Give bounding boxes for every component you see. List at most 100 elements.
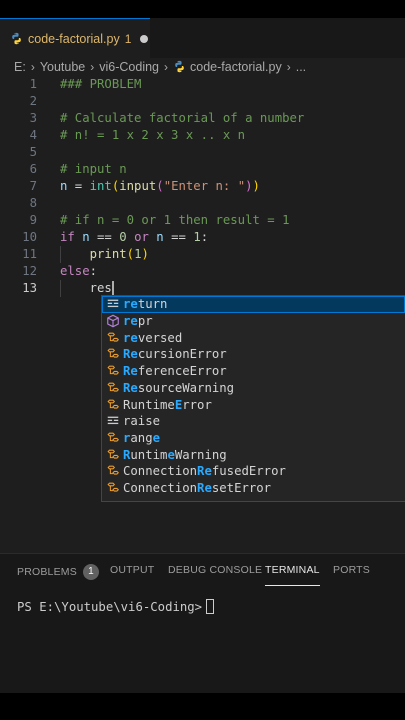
suggestion-text: Connection: [123, 464, 198, 479]
class-icon: [106, 398, 120, 412]
suggestion-text: setError: [211, 481, 272, 496]
breadcrumb-folder-vi6-coding[interactable]: vi6-Coding: [99, 60, 159, 74]
code-line[interactable]: 8: [0, 195, 405, 212]
code-token: (: [126, 247, 135, 261]
editor-tab-bar: code-factorial.py 1: [0, 18, 405, 58]
code-text: # n! = 1 x 2 x 3 x .. x n: [60, 127, 245, 144]
suggestion-item[interactable]: ResourceWarning: [102, 380, 405, 397]
line-number: 5: [29, 145, 37, 159]
suggestion-item[interactable]: RecursionError: [102, 346, 405, 363]
code-line[interactable]: 10 if n == 0 or n == 1:: [0, 229, 405, 246]
suggestion-match: e: [167, 447, 175, 462]
line-number: 12: [22, 264, 37, 278]
suggestion-text: rror: [182, 397, 212, 412]
chevron-right-icon: ›: [286, 59, 291, 74]
code-line[interactable]: 4 # n! = 1 x 2 x 3 x .. x n: [0, 127, 405, 144]
suggestion-match: Re: [123, 364, 138, 379]
suggestion-text: ang: [130, 430, 153, 445]
code-token: # input n: [60, 162, 127, 176]
code-token: "Enter n: ": [163, 179, 246, 193]
suggestion-item[interactable]: RuntimeWarning: [102, 446, 405, 463]
suggestion-text: ferenceError: [137, 364, 227, 379]
code-token: if: [60, 230, 75, 244]
code-token: input: [119, 179, 157, 193]
code-line[interactable]: 11 print(1): [0, 246, 405, 263]
code-line[interactable]: 12 else:: [0, 263, 405, 280]
code-text: n = int(input("Enter n: ")): [60, 178, 260, 195]
code-text: ### PROBLEM: [60, 76, 141, 93]
tab-problems-label: PROBLEMS: [17, 566, 77, 578]
terminal-prompt-line[interactable]: PS E:\Youtube\vi6-Coding>: [17, 599, 215, 614]
tab-ports[interactable]: PORTS: [333, 564, 370, 586]
suggestion-item[interactable]: ConnectionRefusedError: [102, 463, 405, 480]
suggestion-item[interactable]: range: [102, 430, 405, 447]
suggestion-label: repr: [123, 314, 153, 328]
suggestion-match: re: [123, 330, 138, 345]
code-token: 1: [193, 230, 201, 244]
suggestion-item[interactable]: RuntimeError: [102, 396, 405, 413]
suggestion-item[interactable]: reversed: [102, 329, 405, 346]
tab-terminal[interactable]: TERMINAL: [265, 564, 320, 586]
code-token: :: [89, 264, 98, 278]
code-token: int: [89, 179, 112, 193]
suggestion-item[interactable]: raise: [102, 413, 405, 430]
code-token: print: [89, 247, 127, 261]
line-number: 1: [29, 77, 37, 91]
line-number: 7: [29, 179, 37, 193]
code-line[interactable]: 2: [0, 93, 405, 110]
line-number: 6: [29, 162, 37, 176]
tab-debug-console[interactable]: DEBUG CONSOLE: [168, 564, 262, 586]
breadcrumb-file[interactable]: code-factorial.py: [190, 60, 282, 74]
suggestion-item[interactable]: repr: [102, 313, 405, 330]
code-line[interactable]: 9 # if n = 0 or 1 then result = 1: [0, 212, 405, 229]
line-number: 11: [22, 247, 37, 261]
code-text: # Calculate factorial of a number: [60, 110, 304, 127]
code-token: # n! = 1 x 2 x 3 x .. x n: [60, 128, 246, 142]
breadcrumb-drive[interactable]: E:: [14, 60, 26, 74]
suggestion-label: reversed: [123, 331, 182, 345]
suggest-widget[interactable]: return repr reversed RecursionError Referenc…: [101, 295, 405, 502]
unsaved-dot-icon[interactable]: [140, 34, 149, 43]
suggestion-match: e: [152, 430, 161, 445]
vscode-window: code-factorial.py 1 E: › Youtube › vi6-C…: [0, 0, 405, 720]
breadcrumb-folder-youtube[interactable]: Youtube: [40, 60, 85, 74]
suggestion-text: Runtime: [123, 397, 175, 412]
code-token: =: [67, 179, 90, 193]
suggestion-item[interactable]: ReferenceError: [102, 363, 405, 380]
terminal-cursor: [206, 599, 215, 614]
cube-icon: [106, 314, 120, 328]
code-token: or: [134, 230, 149, 244]
code-line[interactable]: 5: [0, 144, 405, 161]
code-text: else:: [60, 263, 97, 280]
line-number: 8: [29, 196, 37, 210]
code-token: (: [156, 179, 164, 193]
suggestion-match: Re: [123, 380, 138, 395]
suggestion-label: ConnectionResetError: [123, 481, 271, 495]
suggestion-text: pr: [137, 314, 153, 329]
code-line[interactable]: 1 ### PROBLEM: [0, 76, 405, 93]
suggestion-label: ReferenceError: [123, 364, 227, 378]
tab-code-factorial[interactable]: code-factorial.py 1: [0, 18, 150, 58]
tab-problems[interactable]: PROBLEMS 1: [17, 564, 99, 586]
code-line[interactable]: 7n = int(input("Enter n: ")): [0, 178, 405, 195]
keyword-icon: [106, 414, 120, 428]
suggestion-text: turn: [137, 297, 168, 312]
breadcrumb-more[interactable]: ...: [296, 60, 306, 74]
code-line[interactable]: 3 # Calculate factorial of a number: [0, 110, 405, 127]
tab-output[interactable]: OUTPUT: [110, 564, 154, 586]
suggestion-item[interactable]: return: [102, 296, 405, 313]
tab-problem-count: 1: [124, 31, 132, 46]
suggestion-text: cursionError: [137, 347, 227, 362]
code-token: else: [60, 264, 90, 278]
code-token: ): [252, 179, 260, 193]
suggestion-item[interactable]: ConnectionResetError: [102, 480, 405, 497]
code-token: ): [245, 179, 253, 193]
code-line[interactable]: 6 # input n: [0, 161, 405, 178]
class-icon: [106, 347, 120, 361]
suggestion-text: raise: [123, 414, 161, 429]
suggestion-match: Re: [123, 347, 138, 362]
class-icon: [106, 481, 120, 495]
suggestion-match: Re: [197, 481, 212, 496]
